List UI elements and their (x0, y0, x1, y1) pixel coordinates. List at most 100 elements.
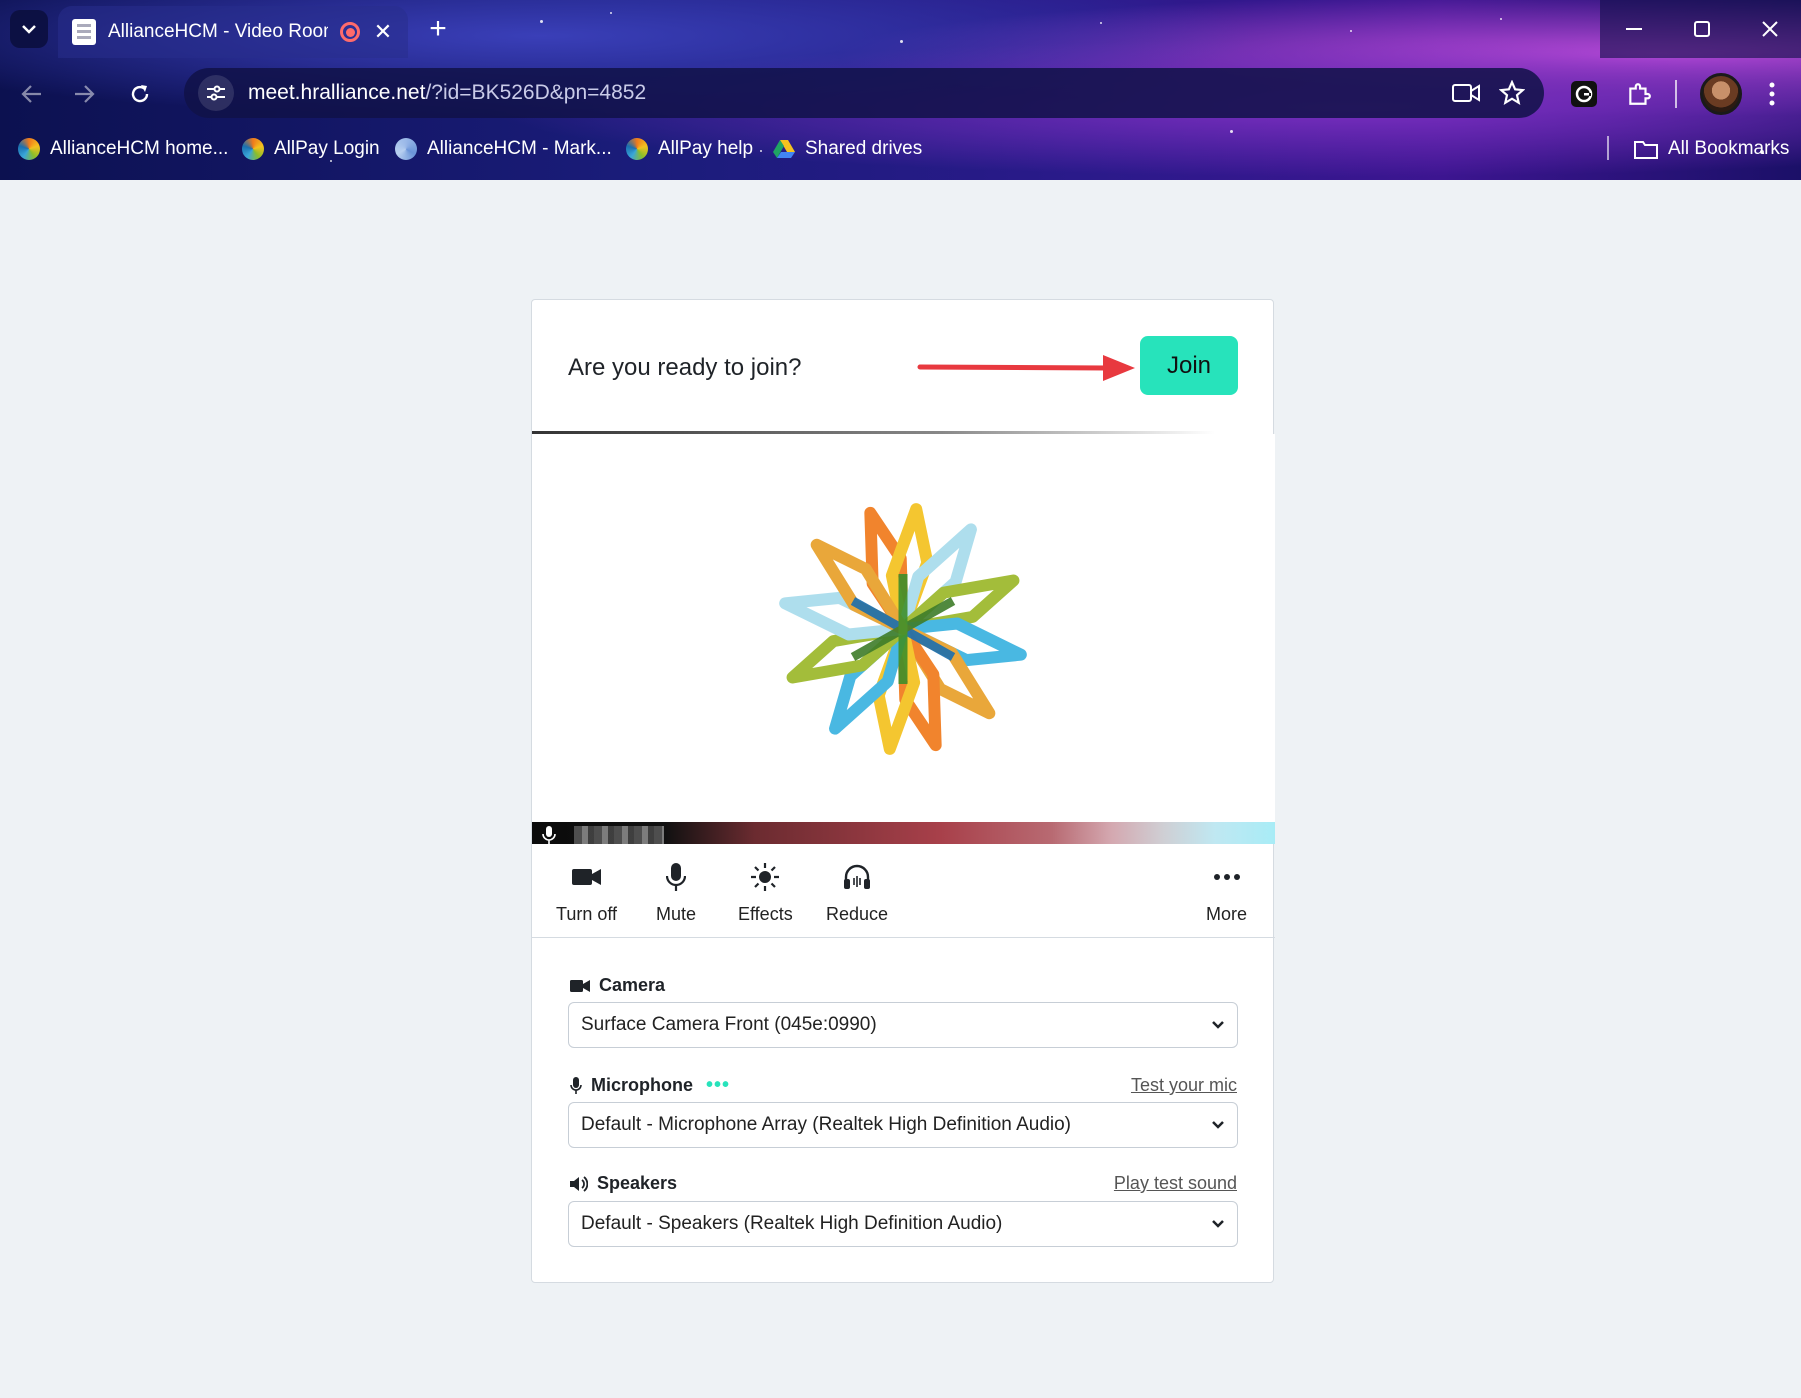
microphone-label: Microphone (591, 1075, 693, 1095)
controls-divider (532, 937, 1275, 938)
speakers-label: Speakers (597, 1173, 678, 1193)
reduce-label: Reduce (826, 904, 889, 924)
speakers-select[interactable]: Default - Speakers (Realtek High Definit… (568, 1201, 1238, 1247)
bookmark-label: Shared drives (805, 138, 923, 159)
alliance-logo-icon (626, 138, 648, 160)
menu-kebab-icon[interactable] (1752, 74, 1792, 114)
video-camera-icon (571, 869, 601, 885)
maximize-button[interactable] (1668, 0, 1736, 58)
bookmark-shared-drives[interactable]: Shared drives (773, 134, 922, 164)
media-controls: Turn off Mute Effects Reduce More (532, 860, 1275, 940)
tab-title: AllianceHCM - Video Room (108, 21, 328, 42)
effects-label: Effects (738, 904, 793, 924)
red-arrow-annotation-icon (917, 355, 1135, 381)
chevron-down-icon (1212, 1021, 1224, 1029)
microphone-select[interactable]: Default - Microphone Array (Realtek High… (568, 1102, 1238, 1148)
close-tab-icon[interactable]: ✕ (372, 19, 394, 45)
play-test-sound-link[interactable]: Play test sound (1114, 1173, 1237, 1194)
more-label: More (1206, 904, 1248, 924)
page-favicon-icon (72, 19, 96, 45)
speakers-select-value: Default - Speakers (Realtek High Definit… (581, 1213, 1003, 1234)
all-bookmarks-button[interactable]: All Bookmarks (1634, 134, 1789, 164)
more-dots-icon (1213, 874, 1240, 880)
url-text[interactable]: meet.hralliance.net/?id=BK526D&pn=4852 (248, 81, 1438, 105)
google-drive-icon (773, 140, 795, 158)
grammarly-extension-icon[interactable] (1564, 74, 1604, 114)
speakers-section-label: Speakers (570, 1173, 677, 1194)
chevron-down-icon (1212, 1121, 1224, 1129)
all-bookmarks-label: All Bookmarks (1668, 138, 1790, 159)
camera-preview (532, 434, 1275, 844)
chevron-down-icon (1212, 1220, 1224, 1228)
turn-off-label: Turn off (556, 904, 618, 924)
participant-name-bar (532, 822, 1275, 844)
mic-activity-dots-icon: ••• (706, 1074, 731, 1096)
folder-icon (1634, 141, 1658, 159)
bookmark-allpay-help[interactable]: AllPay help (626, 134, 753, 164)
camera-select-value: Surface Camera Front (045e:0990) (581, 1014, 877, 1035)
camera-select[interactable]: Surface Camera Front (045e:0990) (568, 1002, 1238, 1048)
tab-search-button[interactable] (10, 10, 48, 48)
alliance-logo-icon (18, 138, 40, 160)
microphone-icon (666, 863, 687, 891)
effects-button[interactable]: Effects (738, 860, 793, 925)
turn-off-camera-button[interactable]: Turn off (556, 860, 617, 925)
forward-button[interactable] (64, 74, 104, 114)
close-window-button[interactable] (1736, 0, 1801, 58)
video-camera-icon (570, 979, 590, 992)
camera-label: Camera (599, 975, 666, 995)
back-button[interactable] (12, 74, 52, 114)
headphones-icon (844, 864, 871, 889)
sun-effects-icon (751, 863, 780, 891)
chevron-down-icon (22, 25, 36, 34)
minimize-icon (1626, 28, 1642, 30)
reduce-noise-button[interactable]: Reduce (826, 860, 888, 925)
mute-button[interactable]: Mute (656, 860, 696, 925)
bookmark-alliancehcm-mark[interactable]: AllianceHCM - Mark... (395, 134, 612, 164)
bookmark-star-icon[interactable] (1494, 75, 1530, 111)
participant-name-redacted (574, 826, 664, 844)
bookmark-alliancehcm-home[interactable]: AllianceHCM home... (18, 134, 228, 164)
tab-video-room[interactable]: AllianceHCM - Video Room ✕ (58, 6, 408, 58)
reload-icon (131, 85, 149, 103)
camera-section-label: Camera (570, 975, 665, 996)
minimize-button[interactable] (1600, 0, 1668, 58)
toolbar-divider (1675, 80, 1677, 108)
close-icon (1762, 21, 1778, 37)
microphone-select-value: Default - Microphone Array (Realtek High… (581, 1114, 1072, 1135)
new-tab-button[interactable]: + (422, 12, 454, 46)
profile-avatar[interactable] (1700, 73, 1742, 115)
browser-chrome: AllianceHCM - Video Room ✕ + meet.hralli… (0, 0, 1801, 180)
join-button[interactable]: Join (1140, 336, 1238, 395)
test-mic-link[interactable]: Test your mic (1131, 1075, 1237, 1096)
camera-in-use-icon[interactable] (1448, 75, 1484, 111)
url-path: /?id=BK526D&pn=4852 (425, 81, 647, 104)
url-host: meet.hralliance.net (248, 81, 426, 104)
alliance-logo-icon (395, 138, 417, 160)
alliance-logo-icon (242, 138, 264, 160)
maximize-icon (1694, 21, 1710, 37)
bookmark-allpay-login[interactable]: AllPay Login (242, 134, 380, 164)
speaker-icon (570, 1175, 588, 1192)
back-arrow-icon (21, 85, 41, 103)
recording-indicator-icon (340, 22, 360, 42)
extensions-puzzle-icon[interactable] (1619, 74, 1659, 114)
forward-arrow-icon (75, 85, 95, 103)
bookmark-label: AllPay Login (274, 138, 380, 159)
more-options-button[interactable]: More (1206, 860, 1247, 925)
bookmark-label: AllianceHCM home... (50, 138, 229, 159)
bookmark-label: AllianceHCM - Mark... (427, 138, 612, 159)
address-bar[interactable]: meet.hralliance.net/?id=BK526D&pn=4852 (184, 68, 1544, 118)
pre-join-card: Are you ready to join? Join Turn off Mut… (531, 299, 1275, 1283)
microphone-icon (570, 1076, 582, 1094)
microphone-section-label: Microphone ••• (570, 1074, 730, 1097)
reload-button[interactable] (120, 74, 160, 114)
ready-to-join-heading: Are you ready to join? (568, 354, 802, 381)
tune-icon (207, 85, 225, 101)
bookmark-divider (1607, 136, 1609, 160)
microphone-icon (542, 826, 556, 844)
bookmark-label: AllPay help (658, 138, 754, 159)
alliance-logo-icon (779, 503, 1027, 755)
site-info-icon[interactable] (198, 75, 234, 111)
mute-label: Mute (656, 904, 697, 924)
